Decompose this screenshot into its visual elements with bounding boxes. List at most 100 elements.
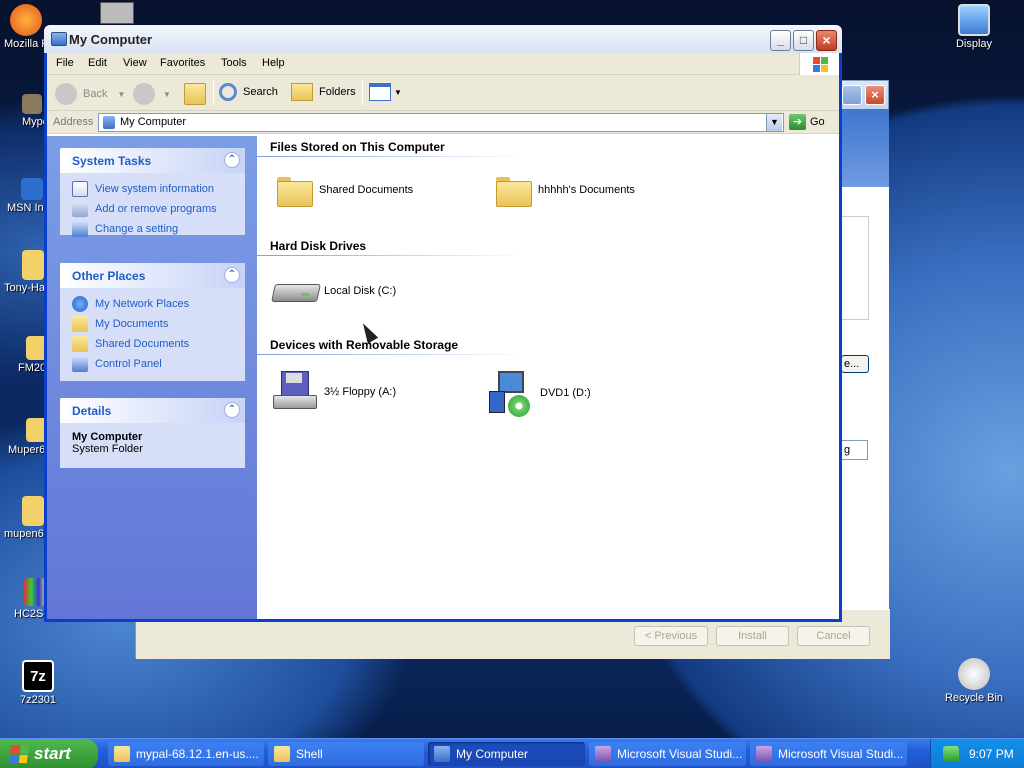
task-add-remove-programs[interactable]: Add or remove programs [72,199,233,219]
place-control-panel[interactable]: Control Panel [72,354,233,374]
folder-icon [494,174,532,207]
task-view-system-info[interactable]: View system information [72,179,233,199]
place-shared-documents[interactable]: Shared Documents [72,334,233,354]
group-divider [257,255,527,256]
address-input[interactable]: My Computer [98,113,784,132]
place-my-documents[interactable]: My Documents [72,314,233,334]
bg-listbox[interactable] [841,216,869,320]
start-button[interactable]: start [0,739,98,768]
taskbar-button-shell[interactable]: Shell [268,742,424,766]
zip-icon [22,496,44,526]
visual-studio-icon [756,746,772,762]
taskbar-button-label: My Computer [456,747,529,761]
panel-body: My Network Places My Documents Shared Do… [60,288,245,381]
desktop-icon-label: Muper6 [8,444,46,456]
place-label: My Network Places [95,298,190,310]
item-user-documents[interactable]: hhhhh's Documents [494,174,635,207]
menu-edit[interactable]: Edit [88,57,107,69]
address-label: Address [53,116,94,128]
back-button[interactable]: Back ▼ [55,83,125,105]
item-label: 3½ Floppy (A:) [324,386,397,398]
previous-button[interactable]: < Previous [634,626,708,646]
folders-button[interactable]: Folders [291,83,356,101]
details-header[interactable]: Details ⌃ [60,398,245,423]
system-tasks-header[interactable]: System Tasks ⌃ [60,148,245,173]
menu-help[interactable]: Help [262,57,285,69]
chevron-up-icon[interactable]: ⌃ [224,152,240,168]
task-change-setting[interactable]: Change a setting [72,219,233,239]
item-dvd-d[interactable]: DVD1 (D:) [484,367,591,419]
menu-tools[interactable]: Tools [221,57,247,69]
network-tray-icon[interactable] [943,746,959,762]
clock[interactable]: 9:07 PM [969,747,1014,761]
install-button[interactable]: Install [716,626,789,646]
add-remove-programs-icon [72,201,88,217]
other-places-header[interactable]: Other Places ⌃ [60,263,245,288]
go-button[interactable]: ➔ Go [789,114,825,130]
views-button[interactable]: ▼ [369,83,402,101]
search-button[interactable]: Search [219,83,278,101]
title-bar[interactable]: My Computer _ □ × [44,25,842,53]
hard-disk-icon [271,276,319,306]
content-area: Files Stored on This Computer Shared Doc… [257,136,839,619]
forward-button[interactable]: ▼ [133,83,171,105]
taskbar-button-visual-studio-1[interactable]: Microsoft Visual Studi... [589,742,746,766]
address-dropdown-button[interactable]: ▼ [766,114,782,131]
menu-view[interactable]: View [123,57,147,69]
close-button[interactable]: × [865,85,885,105]
desktop-icon-label: mupen6 [4,528,44,540]
item-shared-documents[interactable]: Shared Documents [275,174,414,207]
go-arrow-icon: ➔ [789,114,806,130]
bg-browse-button[interactable]: e... [841,355,869,373]
desktop-icon-label: Recycle Bin [944,692,1004,704]
taskbar-button-visual-studio-2[interactable]: Microsoft Visual Studi... [750,742,907,766]
windows-logo-icon [8,745,30,763]
toolbar: Back ▼ ▼ Search Folders ▼ [47,75,839,111]
folder-icon [72,336,88,352]
item-label: Shared Documents [319,184,414,196]
maximize-button[interactable] [842,85,862,105]
bg-text-field[interactable]: g [841,440,868,460]
details-type: System Folder [72,443,143,455]
menu-favorites[interactable]: Favorites [160,57,205,69]
maximize-button[interactable]: □ [793,30,814,51]
chevron-up-icon[interactable]: ⌃ [224,402,240,418]
other-places-panel: Other Places ⌃ My Network Places My Docu… [60,263,245,381]
minimize-button[interactable]: _ [770,30,791,51]
desktop-icon-label: Mozilla F [4,38,49,50]
task-label: Change a setting [95,223,179,235]
place-label: Shared Documents [95,338,190,350]
control-panel-icon [72,221,88,237]
back-arrow-icon [55,83,77,105]
group-header-hard-disks: Hard Disk Drives [270,239,367,253]
menu-file[interactable]: File [56,57,74,69]
close-button[interactable]: × [816,30,837,51]
item-local-disk-c[interactable]: Local Disk (C:) [271,276,396,306]
up-folder-button[interactable] [184,83,206,105]
7zip-icon: 7z [22,660,54,692]
item-floppy-a[interactable]: 3½ Floppy (A:) [271,369,396,415]
place-my-network-places[interactable]: My Network Places [72,294,233,314]
search-label: Search [243,86,278,98]
address-bar: Address My Computer ▼ ➔ Go [47,111,839,134]
toolbar-separator [213,80,214,106]
place-label: My Documents [95,318,169,330]
desktop-icon-recycle-bin[interactable]: Recycle Bin [938,658,1010,704]
desktop-icon-display[interactable]: Display [938,4,1010,50]
item-label: hhhhh's Documents [538,184,635,196]
dvd-drive-icon [484,367,536,419]
folder-icon [274,746,290,762]
desktop-icon-7z[interactable]: 7z 7z2301 [2,660,74,706]
cancel-button[interactable]: Cancel [797,626,870,646]
item-label: DVD1 (D:) [540,387,591,399]
views-icon [369,83,391,101]
system-tasks-panel: System Tasks ⌃ View system information A… [60,148,245,237]
zip-icon [22,250,44,280]
desktop-icon-label: MSN Ins [7,202,50,214]
folders-icon [291,83,313,101]
msn-icon [21,178,43,200]
taskbar-button-my-computer[interactable]: My Computer [428,742,585,766]
app-icon-top[interactable] [100,2,134,24]
taskbar-button-mypal[interactable]: mypal-68.12.1.en-us.... [108,742,264,766]
chevron-up-icon[interactable]: ⌃ [224,267,240,283]
